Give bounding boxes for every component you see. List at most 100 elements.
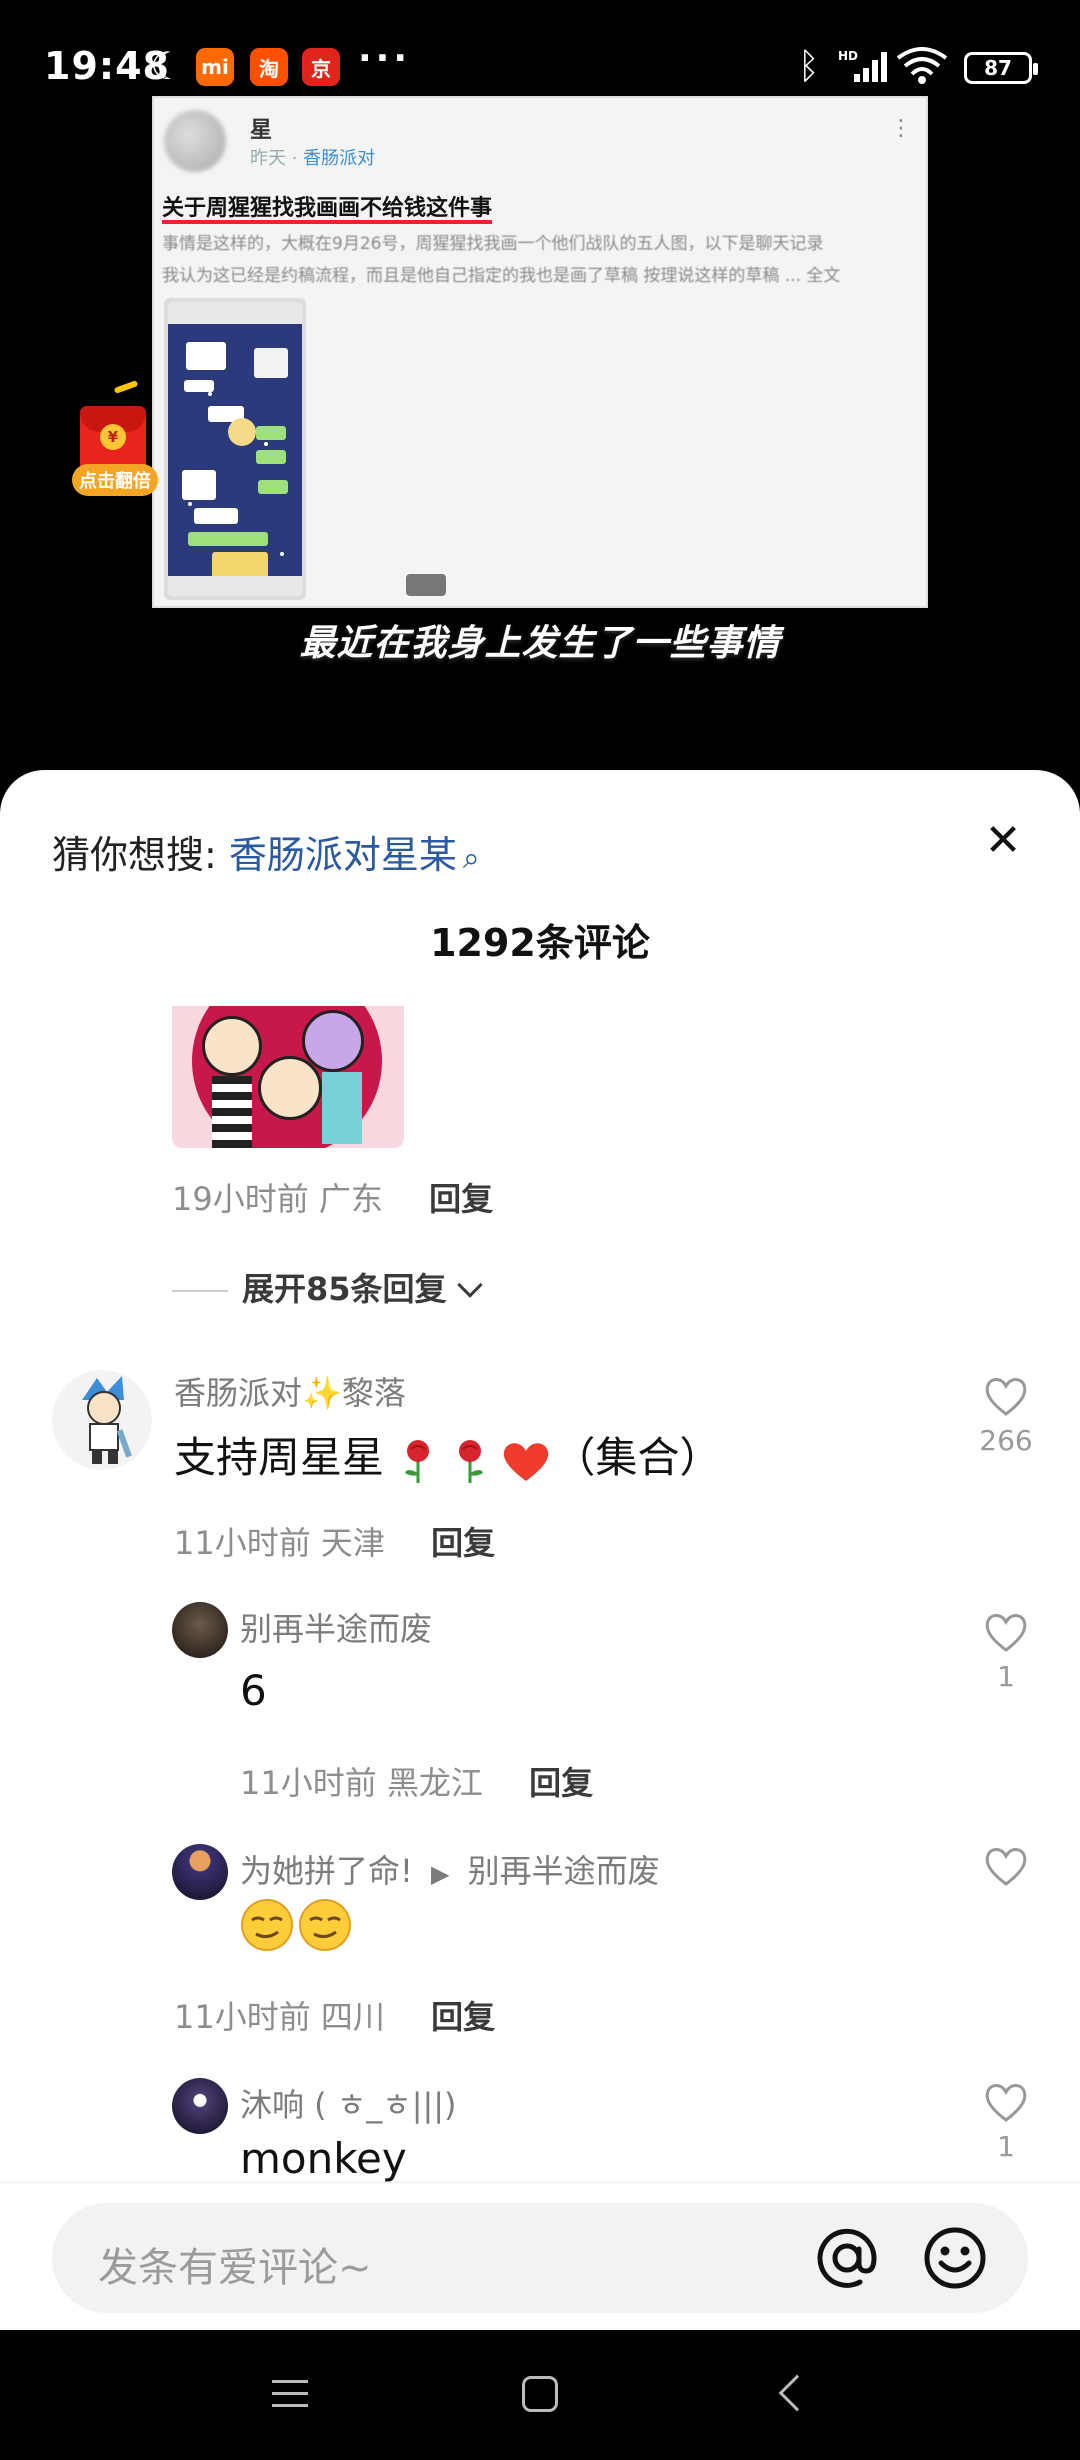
- avatar[interactable]: [172, 2078, 228, 2134]
- heart-outline-icon: [985, 1378, 1027, 1416]
- comment-text: 6: [240, 1666, 267, 1715]
- search-suggestion-prefix: 猜你想搜:: [52, 833, 229, 877]
- mention-icon[interactable]: [814, 2225, 880, 2291]
- expand-replies-button[interactable]: 展开85条回复: [172, 1264, 483, 1310]
- comment-input[interactable]: 发条有爱评论~: [52, 2203, 1028, 2313]
- comment-location: 天津: [320, 1524, 385, 1562]
- taobao-app-icon: 淘: [250, 48, 288, 86]
- emoji-icon[interactable]: [922, 2225, 988, 2291]
- comment-sticker-image[interactable]: [172, 1006, 404, 1148]
- bluetooth-icon: ᛒ: [798, 46, 820, 87]
- reply-button[interactable]: 回复: [429, 1180, 493, 1218]
- comment-input-placeholder: 发条有爱评论~: [98, 2245, 372, 2291]
- coin-icon: ¥: [100, 424, 126, 450]
- post-title: 关于周猩猩找我画画不给钱这件事: [162, 196, 493, 221]
- jd-app-icon: 京: [302, 48, 340, 86]
- avatar-character-image: [82, 1376, 132, 1464]
- home-icon[interactable]: [522, 2376, 558, 2412]
- mi-app-icon: mi: [196, 48, 234, 86]
- comments-count-title: 1292条评论: [430, 921, 650, 965]
- system-nav-bar: [0, 2330, 1080, 2460]
- like-button[interactable]: 1: [976, 1610, 1036, 1693]
- search-suggestion-term[interactable]: 香肠派对星某: [229, 833, 457, 877]
- comments-sheet: 猜你想搜: 香肠派对星某 ⌕ ✕ 1292条评论 19小时前 广东 回复 展开85…: [0, 770, 1080, 2330]
- comment-input-bar: 发条有爱评论~: [0, 2182, 1080, 2330]
- heart-emoji-icon: [504, 1442, 549, 1481]
- comment-username[interactable]: 别再半途而废: [240, 1604, 432, 1650]
- comment-username[interactable]: 沐响 ( ㅎ_ㅎ|||): [240, 2080, 457, 2126]
- post-screenshot: 星 昨天 · 香肠派对 ⋮ 关于周猩猩找我画画不给钱这件事 事情是这样的，大概在…: [152, 96, 928, 608]
- comment-text: [240, 1898, 352, 1962]
- like-button[interactable]: 1: [976, 2080, 1036, 2163]
- like-button[interactable]: [976, 1844, 1036, 1894]
- chat-screenshot-image: [164, 298, 306, 600]
- battery-indicator: 87: [964, 52, 1038, 84]
- comment-location: 广东: [318, 1180, 383, 1218]
- comment-text-main: monkey: [240, 2134, 407, 2183]
- comment-time: 19小时前: [172, 1180, 309, 1218]
- post-body-line-1: 事情是这样的，大概在9月26号，周猩猩找我画一个他们战队的五人图，以下是聊天记录: [162, 234, 824, 254]
- sparkle-icon: [113, 380, 139, 394]
- reply-button[interactable]: 回复: [529, 1764, 593, 1802]
- post-meta-tag: 香肠派对: [303, 148, 376, 169]
- avatar[interactable]: [52, 1370, 152, 1470]
- avatar[interactable]: [172, 1602, 228, 1658]
- menu-icon[interactable]: [272, 2380, 308, 2416]
- smirk-emoji-icon: [241, 1899, 293, 1951]
- comment-text-main: 支持周星星: [174, 1433, 385, 1482]
- more-notifications-icon: ···: [358, 38, 412, 79]
- red-packet-label: 点击翻倍: [72, 464, 158, 496]
- comment-meta: 11小时前 天津 回复: [174, 1518, 495, 1564]
- comment-text: 支持周星星 （集合）: [174, 1424, 721, 1485]
- chevron-down-icon: [456, 1272, 483, 1298]
- like-count: 1: [997, 1660, 1015, 1693]
- like-count: 1: [997, 2130, 1015, 2163]
- comment-text-suffix: （集合）: [553, 1433, 722, 1482]
- status-bar: 19:48 ☾ mi 淘 京 ··· ᛒ HD 87: [0, 0, 1080, 130]
- reply-button[interactable]: 回复: [431, 1998, 495, 2036]
- like-count: 266: [979, 1424, 1033, 1457]
- reply-button[interactable]: 回复: [431, 1524, 495, 1562]
- heart-outline-icon: [985, 2084, 1027, 2122]
- smirk-emoji-icon: [299, 1899, 351, 1951]
- moon-icon: ☾: [150, 44, 185, 88]
- post-title-underline: [162, 220, 492, 224]
- app-root: 星 昨天 · 香肠派对 ⋮ 关于周猩猩找我画画不给钱这件事 事情是这样的，大概在…: [0, 0, 1080, 2460]
- wifi-icon: [896, 47, 948, 84]
- reply-author[interactable]: 为她拼了命!: [240, 1852, 413, 1890]
- image-count-badge: [406, 574, 446, 596]
- comment-username[interactable]: 为她拼了命! ▶ 别再半途而废: [240, 1846, 660, 1892]
- network-type-label: HD: [838, 49, 858, 63]
- signal-icon: HD: [838, 49, 887, 82]
- heart-outline-icon: [985, 1848, 1027, 1886]
- post-body: 事情是这样的，大概在9月26号，周猩猩找我画一个他们战队的五人图，以下是聊天记录…: [162, 228, 922, 292]
- red-packet-button[interactable]: ¥ 点击翻倍: [72, 380, 158, 504]
- comment-meta: 11小时前 黑龙江 回复: [240, 1758, 593, 1804]
- divider-dash: [172, 1290, 228, 1292]
- search-icon: ⌕: [462, 841, 480, 876]
- comment-location: 黑龙江: [386, 1764, 483, 1802]
- like-button[interactable]: 266: [976, 1374, 1036, 1457]
- heart-outline-icon: [985, 1614, 1027, 1652]
- back-icon[interactable]: [778, 2374, 816, 2412]
- close-button[interactable]: ✕: [980, 818, 1026, 864]
- reply-target[interactable]: 别再半途而废: [468, 1852, 660, 1890]
- search-suggestion[interactable]: 猜你想搜: 香肠派对星某 ⌕: [52, 824, 480, 879]
- comment-location: 四川: [320, 1998, 385, 2036]
- comment-username[interactable]: 香肠派对✨黎落: [174, 1368, 406, 1414]
- comment-meta: 11小时前 四川 回复: [174, 1992, 495, 2038]
- rose-emoji-icon: [459, 1439, 484, 1483]
- video-caption: 最近在我身上发生了一些事情: [299, 623, 781, 664]
- reply-arrow-icon: ▶: [431, 1860, 450, 1888]
- comment-text: monkey: [240, 2134, 407, 2183]
- post-meta-prefix: 昨天 ·: [250, 148, 304, 169]
- avatar[interactable]: [172, 1844, 228, 1900]
- post-meta: 昨天 · 香肠派对: [250, 144, 375, 170]
- expand-replies-label: 展开85条回复: [242, 1270, 447, 1308]
- rose-emoji-icon: [405, 1439, 430, 1483]
- comment-time: 11小时前: [240, 1764, 377, 1802]
- post-body-line-2: 我认为这已经是约稿流程，而且是他自己指定的我也是画了草稿 按理说这样的草稿 ..…: [162, 266, 841, 286]
- comment-time: 11小时前: [174, 1524, 311, 1562]
- comment-meta: 19小时前 广东 回复: [172, 1174, 493, 1220]
- comment-time: 11小时前: [174, 1998, 311, 2036]
